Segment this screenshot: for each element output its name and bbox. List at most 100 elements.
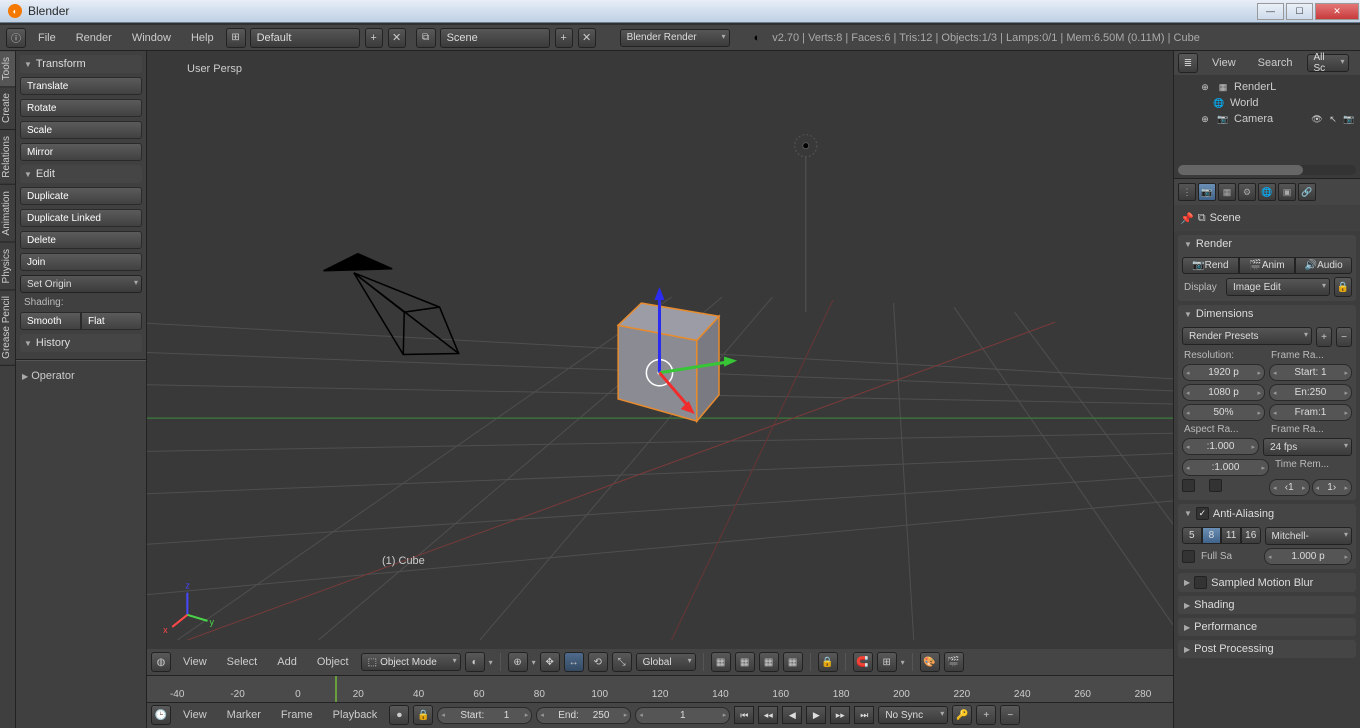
layer-1[interactable]: ▦ — [711, 652, 731, 672]
editor-type-view3d-icon[interactable]: ◍ — [151, 652, 171, 672]
scene-field[interactable]: Scene — [440, 28, 550, 48]
layer-4[interactable]: ▦ — [783, 652, 803, 672]
pivot-icon[interactable]: ⊕ — [508, 652, 528, 672]
tab-create[interactable]: Create — [0, 87, 15, 130]
aa-5[interactable]: 5 — [1182, 527, 1202, 544]
crop-checkbox[interactable] — [1209, 479, 1222, 492]
editor-type-timeline-icon[interactable]: 🕒 — [151, 705, 171, 725]
window-menu[interactable]: Window — [124, 32, 179, 44]
mb-checkbox[interactable] — [1194, 576, 1207, 589]
add-preset-button[interactable]: + — [1316, 327, 1332, 347]
end-frame-field[interactable]: End: 250 — [536, 707, 631, 724]
res-x-field[interactable]: 1920 p — [1182, 364, 1265, 381]
file-menu[interactable]: File — [30, 32, 64, 44]
aa-8[interactable]: 8 — [1202, 527, 1222, 544]
tab-animation[interactable]: Animation — [0, 185, 15, 242]
res-pct-field[interactable]: 50% — [1182, 404, 1265, 421]
aa-filter-dropdown[interactable]: Mitchell- — [1265, 527, 1352, 545]
tab-tools[interactable]: Tools — [0, 51, 15, 87]
outliner-scrollbar[interactable] — [1178, 165, 1356, 175]
ol-search-menu[interactable]: Search — [1250, 57, 1301, 69]
translate-button[interactable]: Translate — [20, 77, 142, 95]
keyframe-next-button[interactable]: ▸▸ — [830, 706, 850, 724]
render-button[interactable]: 📷Rend — [1182, 257, 1239, 274]
aa-panel-header[interactable]: ▼✓Anti-Aliasing — [1178, 504, 1356, 523]
tab-physics[interactable]: Physics — [0, 243, 15, 290]
keyframe-prev-button[interactable]: ◂◂ — [758, 706, 778, 724]
minimize-button[interactable]: — — [1257, 3, 1284, 20]
manip-rotate-icon[interactable]: ⟲ — [588, 652, 608, 672]
ol-view-menu[interactable]: View — [1204, 57, 1244, 69]
remove-scene-button[interactable]: ✕ — [578, 28, 596, 48]
prop-tab-constraints[interactable]: 🔗 — [1298, 183, 1316, 201]
layer-2[interactable]: ▦ — [735, 652, 755, 672]
play-button[interactable]: ▶ — [806, 706, 826, 724]
flat-shading-button[interactable]: Flat — [81, 312, 142, 330]
tab-relations[interactable]: Relations — [0, 130, 15, 185]
res-y-field[interactable]: 1080 p — [1182, 384, 1265, 401]
transform-panel-header[interactable]: ▼Transform — [20, 55, 142, 73]
current-frame-field[interactable]: 1 — [635, 707, 730, 724]
duplicate-button[interactable]: Duplicate — [20, 187, 142, 205]
prop-tab-toggle[interactable]: ⋮ — [1178, 183, 1196, 201]
view-menu[interactable]: View — [175, 656, 215, 668]
add-scene-button[interactable]: + — [555, 28, 573, 48]
frame-step-field[interactable]: Fram:1 — [1269, 404, 1352, 421]
help-menu[interactable]: Help — [183, 32, 222, 44]
manip-translate-icon[interactable]: ↔ — [564, 652, 584, 672]
lock-camera-icon[interactable]: 🔒 — [818, 652, 838, 672]
fps-dropdown[interactable]: 24 fps — [1263, 438, 1352, 456]
outliner-tree[interactable]: ⊕▦RenderL 🌐World ⊕📷Camera 👁↖📷 — [1174, 75, 1360, 178]
dimensions-panel-header[interactable]: ▼Dimensions — [1178, 305, 1356, 323]
tl-frame-menu[interactable]: Frame — [273, 709, 321, 721]
display-dropdown[interactable]: Image Edit — [1226, 278, 1330, 296]
opengl-anim-icon[interactable]: 🎬 — [944, 652, 964, 672]
timeline-cursor[interactable] — [335, 676, 337, 702]
join-button[interactable]: Join — [20, 253, 142, 271]
prop-tab-scene[interactable]: ⚙ — [1238, 183, 1256, 201]
delete-button[interactable]: Delete — [20, 231, 142, 249]
remove-preset-button[interactable]: − — [1336, 327, 1352, 347]
shading-panel-header[interactable]: ▶Shading — [1178, 596, 1356, 614]
manip-scale-icon[interactable]: ⤡ — [612, 652, 632, 672]
prop-tab-object[interactable]: ▣ — [1278, 183, 1296, 201]
auto-keying-icon[interactable]: ⏺ — [389, 705, 409, 725]
ol-filter-dropdown[interactable]: All Sc — [1307, 54, 1349, 72]
delete-key-button[interactable]: − — [1000, 705, 1020, 725]
aa-11[interactable]: 11 — [1221, 527, 1241, 544]
manipulator-toggle[interactable]: ✥ — [540, 652, 560, 672]
render-menu[interactable]: Render — [68, 32, 120, 44]
play-reverse-button[interactable]: ◀ — [782, 706, 802, 724]
performance-panel-header[interactable]: ▶Performance — [1178, 618, 1356, 636]
add-layout-button[interactable]: + — [365, 28, 383, 48]
add-menu[interactable]: Add — [269, 656, 305, 668]
opengl-render-icon[interactable]: 🎨 — [920, 652, 940, 672]
editor-type-outliner-icon[interactable]: ≣ — [1178, 53, 1198, 73]
frame-start-field[interactable]: Start: 1 — [1269, 364, 1352, 381]
remove-layout-button[interactable]: ✕ — [388, 28, 406, 48]
render-panel-header[interactable]: ▼Render — [1178, 235, 1356, 253]
orientation-dropdown[interactable]: Global — [636, 653, 696, 671]
snap-toggle-icon[interactable]: 🧲 — [853, 652, 873, 672]
select-menu[interactable]: Select — [219, 656, 266, 668]
full-sample-checkbox[interactable] — [1182, 550, 1195, 563]
keying-set-icon[interactable]: 🔒 — [413, 705, 433, 725]
aa-16[interactable]: 16 — [1241, 527, 1261, 544]
edit-panel-header[interactable]: ▼Edit — [20, 165, 142, 183]
smooth-shading-button[interactable]: Smooth — [20, 312, 81, 330]
snap-element-icon[interactable]: ⊞ — [877, 652, 897, 672]
prop-tab-world[interactable]: 🌐 — [1258, 183, 1276, 201]
screen-layout-field[interactable]: Default — [250, 28, 360, 48]
tl-playback-menu[interactable]: Playback — [325, 709, 386, 721]
layer-3[interactable]: ▦ — [759, 652, 779, 672]
aspect-y-field[interactable]: :1.000 — [1182, 459, 1269, 476]
set-origin-dropdown[interactable]: Set Origin — [20, 275, 142, 293]
tl-marker-menu[interactable]: Marker — [219, 709, 269, 721]
prop-tab-render[interactable]: 📷 — [1198, 183, 1216, 201]
frame-end-field[interactable]: En:250 — [1269, 384, 1352, 401]
motion-blur-panel-header[interactable]: ▶Sampled Motion Blur — [1178, 573, 1356, 592]
rotate-button[interactable]: Rotate — [20, 99, 142, 117]
lock-ui-icon[interactable]: 🔒 — [1334, 277, 1352, 297]
prop-tab-layers[interactable]: ▦ — [1218, 183, 1236, 201]
keying-set-dropdown[interactable]: 🔑 — [952, 705, 972, 725]
